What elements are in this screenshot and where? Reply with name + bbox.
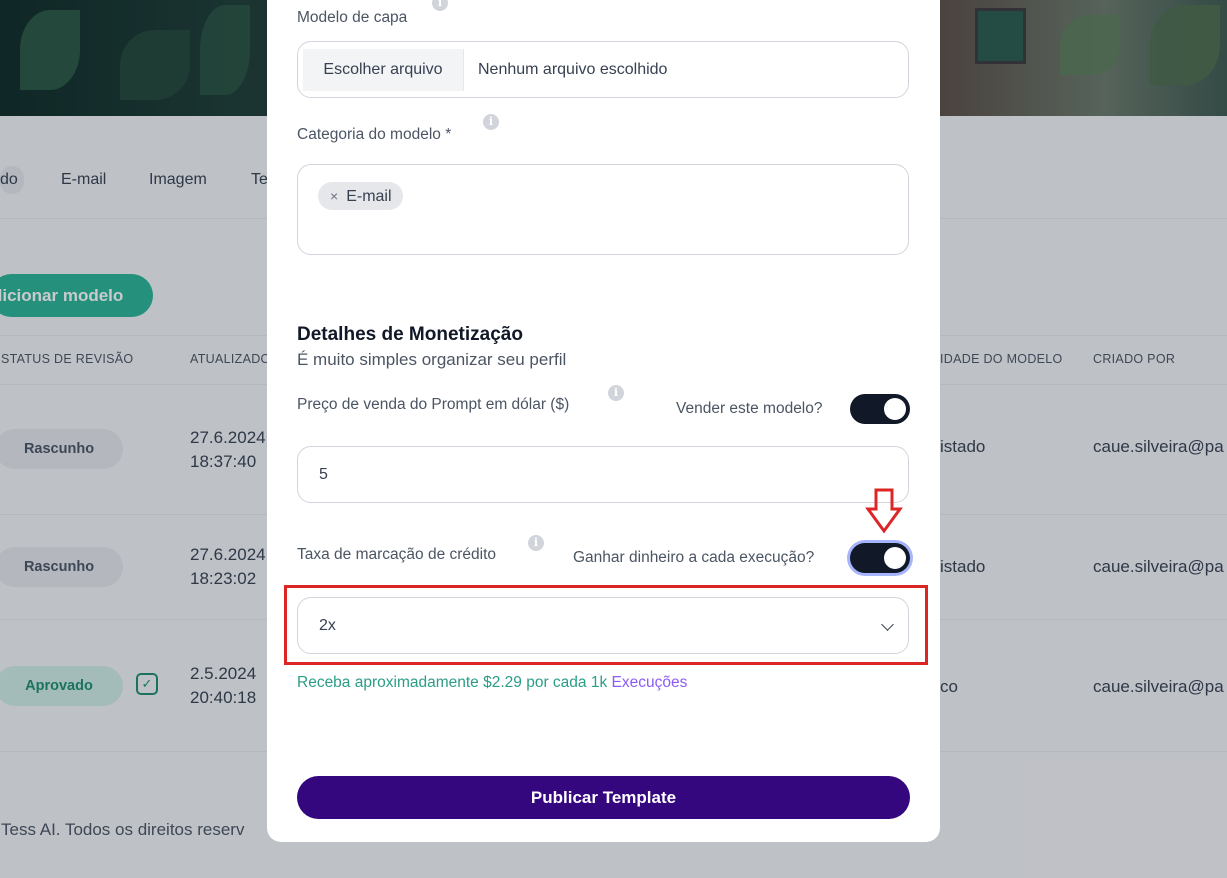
sell-toggle-label: Vender este modelo? [676,400,823,417]
earn-toggle[interactable] [850,543,910,573]
annotation-arrow-icon [865,488,903,534]
publish-template-modal: Modelo de capa i Escolher arquivo Nenhum… [267,0,940,842]
choose-file-button[interactable]: Escolher arquivo [303,49,464,91]
markup-label: Taxa de marcação de crédito [297,546,497,563]
cover-file-input[interactable]: Escolher arquivo Nenhum arquivo escolhid… [297,41,909,98]
cover-label: Modelo de capa [297,9,408,26]
price-label: Preço de venda do Prompt em dólar ($) [297,396,570,413]
category-chip: × E-mail [318,182,403,210]
highlight-box [284,585,928,665]
monetization-title: Detalhes de Monetização [297,324,523,345]
earnings-estimate: Receba aproximadamente $2.29 por cada 1k… [297,674,688,691]
chip-label: E-mail [346,188,392,205]
category-multiselect[interactable]: × E-mail [297,164,909,255]
publish-template-button[interactable]: Publicar Template [297,776,910,819]
monetization-subtitle: É muito simples organizar seu perfil [297,350,567,369]
remove-chip-icon[interactable]: × [330,188,338,204]
sell-toggle[interactable] [850,394,910,424]
earn-toggle-label: Ganhar dinheiro a cada execução? [573,549,815,566]
info-icon[interactable]: i [483,114,499,130]
info-icon[interactable]: i [528,535,544,551]
file-status: Nenhum arquivo escolhido [478,61,668,78]
price-input[interactable]: 5 [297,446,909,503]
info-icon[interactable]: i [432,0,448,11]
info-icon[interactable]: i [608,385,624,401]
category-label: Categoria do modelo * [297,126,452,143]
